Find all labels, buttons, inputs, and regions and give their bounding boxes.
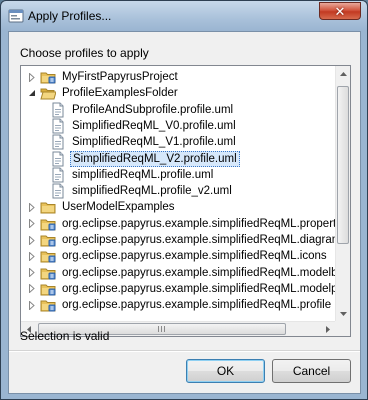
- dialog-heading: Choose profiles to apply: [20, 46, 149, 60]
- cancel-button[interactable]: Cancel: [272, 359, 351, 383]
- tree-item-label: ProfileExamplesFolder: [62, 87, 178, 100]
- tree-item-file[interactable]: SimplifiedReqML_V2.profile.uml: [50, 150, 240, 167]
- vertical-scroll-thumb[interactable]: [337, 86, 349, 244]
- project-folder-icon: [40, 251, 56, 263]
- tree-item-project[interactable]: org.eclipse.papyrus.example.simplifiedRe…: [27, 232, 337, 248]
- tree-item-file[interactable]: SimplifiedReqML_V1.profile.uml: [50, 134, 238, 150]
- tree-item-label: org.eclipse.papyrus.example.simplifiedRe…: [62, 282, 337, 295]
- tree-item-project[interactable]: org.eclipse.papyrus.example.simplifiedRe…: [27, 265, 337, 281]
- collapsed-arrow-icon[interactable]: [27, 248, 36, 264]
- tree-item-folder[interactable]: ProfileExamplesFolder: [27, 85, 180, 101]
- uml-file-icon: [52, 102, 64, 118]
- uml-file-icon: [52, 183, 64, 199]
- grip-icon: [158, 326, 165, 332]
- button-separator: [9, 350, 360, 352]
- open-folder-icon: [40, 88, 56, 100]
- status-message: Selection is valid: [20, 329, 110, 343]
- scrollbar-corner: [335, 321, 350, 336]
- uml-file-icon: [52, 118, 64, 134]
- collapsed-arrow-icon[interactable]: [27, 281, 36, 297]
- collapsed-arrow-icon[interactable]: [27, 232, 36, 248]
- scroll-right-arrow-icon[interactable]: [320, 322, 336, 336]
- collapsed-arrow-icon[interactable]: [27, 199, 36, 215]
- collapsed-arrow-icon[interactable]: [27, 216, 36, 232]
- tree-item-label: SimplifiedReqML_V2.profile.uml: [70, 150, 240, 167]
- project-folder-icon: [40, 235, 56, 247]
- expanded-arrow-icon[interactable]: [27, 85, 36, 101]
- tree-item-project[interactable]: MyFirstPapyrusProject: [27, 69, 180, 85]
- tree-item-label: SimplifiedReqML_V1.profile.uml: [72, 136, 236, 149]
- tree-item-file[interactable]: simplifiedReqML.profile.uml: [50, 167, 215, 183]
- uml-file-icon: [52, 134, 64, 150]
- tree-item-label: MyFirstPapyrusProject: [62, 71, 178, 83]
- ok-button[interactable]: OK: [186, 359, 265, 383]
- tree-item-label: org.eclipse.papyrus.example.simplifiedRe…: [62, 266, 337, 279]
- close-icon: ✕: [334, 3, 346, 19]
- scroll-up-arrow-icon[interactable]: [336, 66, 350, 82]
- dialog-body: Choose profiles to apply MyFirstPapyrusP…: [8, 31, 361, 394]
- collapsed-arrow-icon[interactable]: [27, 297, 36, 313]
- uml-file-icon: [52, 167, 64, 183]
- apply-profiles-window: Apply Profiles... ✕ Choose profiles to a…: [0, 0, 368, 400]
- tree-item-file[interactable]: ProfileAndSubprofile.profile.uml: [50, 102, 235, 118]
- tree-rows: MyFirstPapyrusProject ProfileExamplesFold…: [21, 66, 337, 322]
- project-folder-icon: [40, 72, 56, 84]
- uml-file-icon: [52, 151, 64, 166]
- tree-item-label: org.eclipse.papyrus.example.simplifiedRe…: [62, 250, 327, 263]
- tree-item-folder[interactable]: UserModelExpamples: [27, 199, 177, 215]
- project-folder-icon: [40, 219, 56, 231]
- vertical-scrollbar[interactable]: [335, 66, 350, 322]
- tree-item-file[interactable]: simplifiedReqML.profile_v2.uml: [50, 183, 234, 199]
- tree-item-file[interactable]: SimplifiedReqML_V0.profile.uml: [50, 118, 238, 134]
- tree-item-label: ProfileAndSubprofile.profile.uml: [72, 103, 234, 116]
- tree-item-label: simplifiedReqML.profile_v2.uml: [72, 185, 232, 198]
- title-bar[interactable]: Apply Profiles... ✕: [1, 1, 367, 31]
- tree-item-label: org.eclipse.papyrus.example.simplifiedRe…: [62, 234, 337, 246]
- tree-item-label: org.eclipse.papyrus.example.simplifiedRe…: [62, 299, 332, 312]
- profile-tree[interactable]: MyFirstPapyrusProject ProfileExamplesFold…: [20, 65, 351, 337]
- project-folder-icon: [40, 284, 56, 296]
- tree-item-project[interactable]: org.eclipse.papyrus.example.simplifiedRe…: [27, 297, 333, 313]
- project-folder-icon: [40, 268, 56, 280]
- project-folder-icon: [40, 300, 56, 312]
- scroll-down-arrow-icon[interactable]: [336, 306, 350, 322]
- tree-item-label: simplifiedReqML.profile.uml: [72, 168, 214, 181]
- tree-item-project[interactable]: org.eclipse.papyrus.example.simplifiedRe…: [27, 216, 337, 232]
- tree-item-label: UserModelExpamples: [62, 201, 175, 214]
- close-button[interactable]: ✕: [319, 2, 361, 20]
- collapsed-arrow-icon[interactable]: [27, 69, 36, 85]
- app-icon: [8, 9, 24, 23]
- collapsed-arrow-icon[interactable]: [27, 265, 36, 281]
- tree-item-project[interactable]: org.eclipse.papyrus.example.simplifiedRe…: [27, 281, 337, 297]
- tree-item-label: org.eclipse.papyrus.example.simplifiedRe…: [62, 217, 337, 230]
- tree-item-label: SimplifiedReqML_V0.profile.uml: [72, 119, 236, 132]
- tree-item-project[interactable]: org.eclipse.papyrus.example.simplifiedRe…: [27, 248, 329, 264]
- folder-icon: [40, 202, 56, 214]
- window-title: Apply Profiles...: [28, 9, 112, 23]
